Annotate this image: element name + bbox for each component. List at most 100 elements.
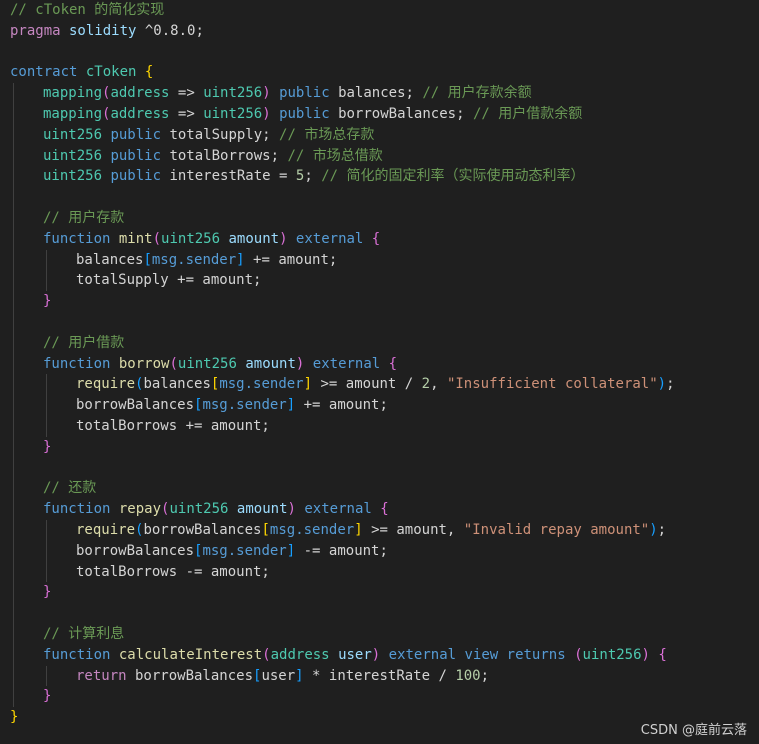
code-token: uint256 (43, 126, 103, 143)
code-token: require (76, 376, 136, 393)
code-content: borrowBalances[msg.sender] += amount; (76, 397, 388, 413)
code-line: mapping(address => uint256) public borro… (0, 103, 759, 125)
code-editor[interactable]: // cToken 的简化实现 pragma solidity ^0.8.0; co… (0, 0, 759, 744)
code-token: external (295, 501, 381, 518)
code-line: } (0, 686, 759, 708)
code-token: cToken (85, 64, 137, 81)
indent-guide (13, 83, 14, 104)
code-token: "Insufficient collateral" (446, 376, 658, 393)
code-token: function (43, 646, 111, 663)
code-token: } (43, 688, 52, 705)
code-token: 100 (455, 667, 481, 684)
indent-guide (46, 540, 47, 562)
code-token: balances; (338, 85, 423, 102)
code-token: interestRate = (169, 168, 296, 185)
indent-guide (46, 374, 47, 396)
code-token: >= amount / (312, 376, 422, 393)
code-token: uint256 (203, 105, 263, 122)
code-token: { (388, 355, 398, 372)
code-token: borrowBalances (126, 667, 254, 684)
indent-guide (46, 270, 47, 292)
code-content: } (43, 293, 51, 309)
code-token: { (371, 230, 381, 247)
code-content: mapping(address => uint256) public borro… (43, 106, 582, 122)
code-content: // 还款 (43, 480, 96, 496)
code-token: address (110, 85, 170, 102)
indent-guide (13, 103, 14, 125)
code-line: function borrow(uint256 amount) external… (0, 353, 759, 375)
indent-guide (13, 145, 14, 167)
code-content: } (43, 584, 51, 600)
code-line (0, 187, 759, 208)
code-content: pragma solidity ^0.8.0; (10, 23, 204, 39)
code-content: // cToken 的简化实现 (10, 2, 164, 18)
code-line: uint256 public totalSupply; // 市场总存款 (0, 124, 759, 146)
code-token: msg.sender (219, 376, 304, 393)
code-token: ) (262, 85, 271, 102)
indent-guide (46, 395, 47, 416)
code-token: public (102, 147, 170, 164)
code-content: } (43, 439, 51, 455)
code-token: // cToken 的简化实现 (10, 2, 165, 18)
code-token: ) (279, 230, 288, 247)
code-token: { (144, 64, 154, 81)
code-token: } (43, 584, 52, 601)
code-content: function borrow(uint256 amount) external… (43, 356, 397, 372)
code-token: uint256 (43, 147, 103, 164)
code-line: } (0, 582, 759, 604)
code-token: ] (286, 542, 296, 559)
indent-guide (13, 457, 14, 479)
indent-guide (13, 124, 14, 146)
indent-guide (13, 603, 14, 624)
code-token: += amount; (244, 251, 338, 268)
code-token: // 用户借款余额 (472, 105, 583, 122)
code-content: uint256 public interestRate = 5; // 简化的固… (43, 168, 584, 184)
code-token: public (270, 85, 339, 102)
code-token: -= amount; (295, 542, 388, 559)
code-line: } (0, 436, 759, 458)
code-token: totalBorrows += amount; (76, 417, 270, 434)
code-token: borrowBalances; (338, 105, 473, 122)
code-token: ( (169, 355, 178, 372)
code-content: return borrowBalances[user] * interestRa… (76, 668, 489, 684)
code-content: } (10, 709, 18, 725)
code-line: // 还款 (0, 478, 759, 500)
code-line: require(borrowBalances[msg.sender] >= am… (0, 519, 759, 541)
code-content: balances[msg.sender] += amount; (76, 252, 337, 268)
code-content: totalBorrows -= amount; (76, 564, 270, 580)
code-token: ] (354, 521, 363, 538)
code-token: "Invalid repay amount" (463, 521, 650, 538)
code-token: uint256 (43, 168, 103, 185)
code-token: function (43, 501, 111, 518)
code-token: borrowBalances (76, 397, 195, 414)
code-token: += amount; (295, 397, 388, 414)
code-line (0, 311, 759, 333)
code-line: return borrowBalances[user] * interestRa… (0, 665, 759, 687)
indent-guide (13, 436, 14, 458)
code-token: ; (480, 667, 490, 684)
code-token: ( (152, 230, 162, 247)
indent-guide (13, 478, 14, 500)
indent-guide (13, 311, 14, 333)
code-token: uint256 (177, 355, 237, 372)
code-token: ] (286, 397, 296, 414)
indent-guide (13, 499, 14, 520)
code-token: address (270, 646, 330, 663)
code-line: balances[msg.sender] += amount; (0, 249, 759, 271)
indent-guide (13, 415, 14, 437)
indent-guide (13, 332, 14, 354)
code-token: public (270, 105, 339, 122)
code-line: uint256 public totalBorrows; // 市场总借款 (0, 145, 759, 167)
code-content: function mint(uint256 amount) external { (43, 231, 380, 247)
code-token: 2 (421, 376, 431, 393)
code-content: require(borrowBalances[msg.sender] >= am… (76, 522, 666, 538)
code-token: totalBorrows; (169, 147, 288, 164)
indent-guide (46, 519, 47, 541)
code-token: mapping (43, 85, 103, 102)
code-line: // 用户存款 (0, 207, 759, 229)
code-token: ) (649, 521, 658, 538)
code-line (0, 457, 759, 479)
code-token: uint256 (203, 85, 263, 102)
